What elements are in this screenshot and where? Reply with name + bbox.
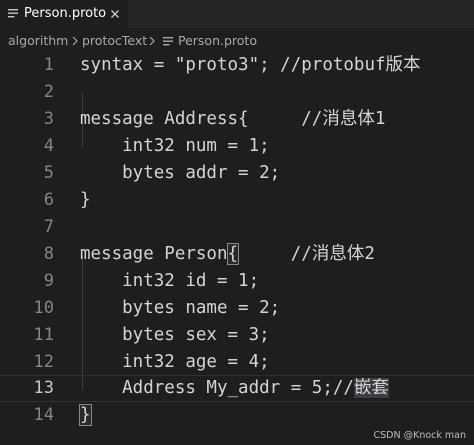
line-number: 10 (33, 298, 54, 318)
lines-file-icon (8, 9, 18, 18)
matched-brace: { (226, 243, 240, 265)
code-line[interactable]: 12 int32 age = 4; (0, 349, 474, 376)
tab-bar: Person.proto (0, 0, 474, 28)
code-text: message Address{ //消息体1 (80, 109, 386, 129)
code-line[interactable]: 6 } (0, 187, 474, 214)
code-text: bytes addr = 2; (80, 163, 281, 183)
code-text-rest: //消息体2 (238, 244, 375, 264)
code-text: } (80, 190, 91, 210)
line-number: 4 (43, 136, 54, 156)
code-line[interactable]: 7 (0, 214, 474, 241)
editor-window: Person.proto algorithm protocText Person… (0, 0, 474, 445)
matched-brace: } (79, 404, 92, 426)
line-number: 3 (43, 109, 54, 129)
line-number: 6 (43, 190, 54, 210)
code-editor[interactable]: 1 syntax = "proto3"; //protobuf版本 2 3 me… (0, 52, 474, 445)
code-line[interactable]: 9 int32 id = 1; (0, 268, 474, 295)
line-number: 1 (43, 55, 54, 75)
line-number: 5 (43, 163, 54, 183)
tab-title: Person.proto (24, 6, 107, 21)
line-number: 7 (43, 217, 54, 237)
code-text-start: Address My_addr = 5;// (80, 378, 354, 398)
chevron-right-icon (72, 36, 78, 46)
line-number: 8 (43, 244, 54, 264)
code-text: int32 age = 4; (80, 352, 270, 372)
breadcrumb-item-algorithm[interactable]: algorithm (8, 30, 68, 52)
code-line[interactable]: 1 syntax = "proto3"; //protobuf版本 (0, 52, 474, 79)
line-number: 11 (33, 325, 54, 345)
breadcrumb-item-person-proto[interactable]: Person.proto (178, 30, 257, 52)
code-line[interactable]: 11 bytes sex = 3; (0, 322, 474, 349)
selected-text: 嵌套 (353, 378, 389, 398)
code-text: int32 num = 1; (80, 136, 270, 156)
code-text-start: message Person (80, 244, 228, 264)
breadcrumb-item-protoctext[interactable]: protocText (82, 30, 147, 52)
line-number: 14 (33, 405, 54, 425)
code-text: bytes sex = 3; (80, 325, 270, 345)
code-text: int32 id = 1; (80, 271, 260, 291)
breadcrumb: algorithm protocText Person.proto (0, 30, 474, 52)
code-line[interactable]: 10 bytes name = 2; (0, 295, 474, 322)
code-line[interactable]: 5 bytes addr = 2; (0, 160, 474, 187)
watermark: CSDN @Knock man (373, 430, 466, 441)
code-line[interactable]: 8 message Person{ //消息体2 (0, 241, 474, 268)
close-icon[interactable] (108, 7, 122, 21)
line-number: 9 (43, 271, 54, 291)
code-text: } (79, 402, 92, 429)
code-text: syntax = "proto3"; //protobuf版本 (80, 55, 421, 75)
chevron-right-icon (149, 36, 155, 46)
tab-person-proto[interactable]: Person.proto (0, 0, 128, 28)
lines-file-icon (163, 37, 173, 46)
line-number: 2 (43, 82, 54, 102)
code-line[interactable]: 14 } (0, 402, 474, 429)
line-number: 12 (33, 352, 54, 372)
code-text: bytes name = 2; (80, 298, 281, 318)
code-line-current[interactable]: 13 Address My_addr = 5;//嵌套 (0, 375, 474, 402)
code-line[interactable]: 3 message Address{ //消息体1 (0, 106, 474, 133)
code-text: Address My_addr = 5;//嵌套 (80, 376, 389, 401)
code-line[interactable]: 4 int32 num = 1; (0, 133, 474, 160)
line-number: 13 (33, 378, 54, 398)
code-line[interactable]: 2 (0, 79, 474, 106)
code-text: message Person{ //消息体2 (80, 241, 375, 268)
